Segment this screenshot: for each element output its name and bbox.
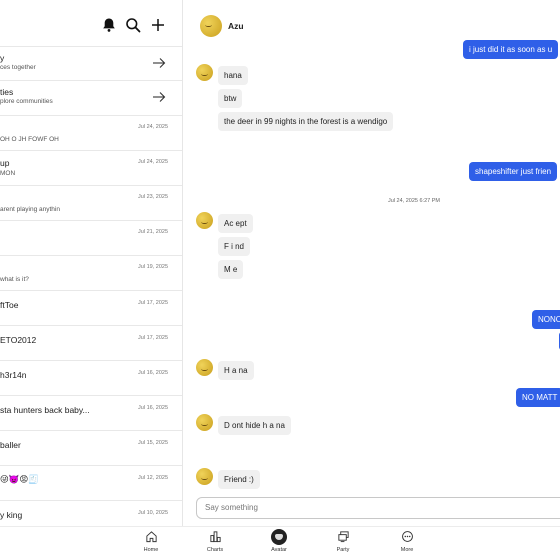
arrow-right-icon (153, 92, 166, 102)
home-icon (145, 531, 157, 543)
conversation-row[interactable]: baller Jul 15, 2025 (0, 431, 182, 466)
conversation-row[interactable]: y king Jul 10, 2025 (0, 501, 182, 526)
contact-name: Azu (228, 21, 244, 31)
promo-title: ties (0, 87, 14, 97)
charts-icon (209, 531, 221, 543)
promo-subtitle: ces together (0, 64, 36, 71)
conversation-row[interactable]: ETO2012 Jul 17, 2025 (0, 326, 182, 361)
conversation-date: Jul 12, 2025 (138, 475, 168, 481)
plus-icon[interactable] (150, 17, 166, 33)
conversation-date: Jul 15, 2025 (138, 440, 168, 446)
conversation-title: sta hunters back baby... (0, 405, 90, 415)
conversation-date: Jul 24, 2025 (138, 124, 168, 130)
party-icon (337, 531, 349, 543)
conversation-title: 😜👿😡🧾 (0, 474, 39, 484)
sender-avatar (196, 64, 213, 81)
conversation-title: up (0, 158, 10, 168)
conversation-preview: MON (0, 170, 16, 177)
conversation-title: baller (0, 440, 21, 450)
conversation-row[interactable]: Jul 19, 2025 what is it? (0, 256, 182, 291)
conversation-date: Jul 10, 2025 (138, 510, 168, 516)
sender-avatar (196, 212, 213, 229)
bottom-navigation: Home Charts Avatar Party More (0, 526, 560, 560)
conversation-date: Jul 16, 2025 (138, 370, 168, 376)
message-bubble-outgoing: i just did it as soon as u (463, 40, 559, 59)
conversation-row[interactable]: up Jul 24, 2025 MON (0, 151, 182, 186)
search-icon[interactable] (125, 17, 141, 33)
conversation-title: ETO2012 (0, 335, 37, 345)
avatar-icon (271, 529, 287, 545)
conversation-date: Jul 23, 2025 (138, 194, 168, 200)
message-bubble-incoming: H a na (218, 361, 254, 380)
nav-label: Party (336, 547, 350, 553)
sender-avatar (196, 359, 213, 376)
conversation-date: Jul 21, 2025 (138, 229, 168, 235)
message-bubble-incoming: the deer in 99 nights in the forest is a… (218, 112, 394, 131)
sender-avatar (196, 468, 213, 485)
conversation-date: Jul 17, 2025 (138, 335, 168, 341)
conversation-date: Jul 16, 2025 (138, 405, 168, 411)
nav-more[interactable]: More (387, 530, 427, 553)
conversation-preview: OH O JH FOWF OH (0, 136, 59, 143)
conversation-row[interactable]: ftToe Jul 17, 2025 (0, 291, 182, 326)
contact-avatar[interactable] (200, 15, 222, 37)
sender-avatar (196, 414, 213, 431)
conversation-row[interactable]: sta hunters back baby... Jul 16, 2025 (0, 396, 182, 431)
nav-label: Avatar (271, 547, 287, 553)
list-toolbar (0, 0, 182, 46)
chat-panel: Azu i just did it as soon as u hana btw … (184, 0, 560, 526)
conversation-title: h3r14n (0, 370, 27, 380)
message-bubble-outgoing: NONO (532, 310, 560, 329)
nav-avatar[interactable]: Avatar (259, 529, 299, 553)
nav-label: More (400, 547, 414, 553)
conversation-row[interactable]: Jul 21, 2025 (0, 221, 182, 256)
conversation-title: y king (0, 510, 23, 520)
message-bubble-outgoing: NO MATT (516, 388, 560, 407)
conversation-row[interactable]: Jul 24, 2025 OH O JH FOWF OH (0, 116, 182, 151)
message-bubble-incoming: D ont hide h a na (218, 416, 291, 435)
message-input-placeholder: Say something (205, 503, 258, 512)
promo-title: y (0, 53, 5, 63)
nav-party[interactable]: Party (323, 530, 363, 553)
conversation-date: Jul 24, 2025 (138, 159, 168, 165)
message-bubble-incoming: F i nd (218, 237, 251, 256)
promo-subtitle: plore communities (0, 98, 53, 105)
message-bubble-incoming: hana (218, 66, 248, 85)
message-bubble-incoming: Friend :) (218, 470, 260, 489)
promo-row-communities[interactable]: ties plore communities (0, 81, 182, 116)
timestamp-separator: Jul 24, 2025 6:27 PM (388, 198, 440, 204)
conversation-row[interactable]: h3r14n Jul 16, 2025 (0, 361, 182, 396)
message-bubble-incoming: btw (218, 89, 243, 108)
conversation-preview: arent playing anythin (0, 206, 60, 213)
message-bubble-incoming: Ac ept (218, 214, 253, 233)
promo-row-friends[interactable]: y ces together (0, 46, 182, 81)
bell-icon[interactable] (101, 17, 117, 33)
message-bubble-incoming: M e (218, 260, 244, 279)
arrow-right-icon (153, 58, 166, 68)
conversation-row[interactable]: Jul 23, 2025 arent playing anythin (0, 186, 182, 221)
nav-label: Charts (206, 547, 224, 553)
conversation-list-panel: y ces together ties plore communities Ju… (0, 0, 183, 526)
nav-charts[interactable]: Charts (195, 530, 235, 553)
conversation-row[interactable]: 😜👿😡🧾 Jul 12, 2025 (0, 466, 182, 501)
message-input[interactable]: Say something (196, 497, 560, 519)
more-icon (401, 531, 413, 542)
nav-home[interactable]: Home (131, 530, 171, 553)
conversation-date: Jul 19, 2025 (138, 264, 168, 270)
conversation-preview: what is it? (0, 276, 29, 283)
conversation-date: Jul 17, 2025 (138, 300, 168, 306)
conversation-title: ftToe (0, 300, 19, 310)
nav-label: Home (143, 547, 159, 553)
message-bubble-outgoing: shapeshifter just frien (469, 162, 558, 181)
